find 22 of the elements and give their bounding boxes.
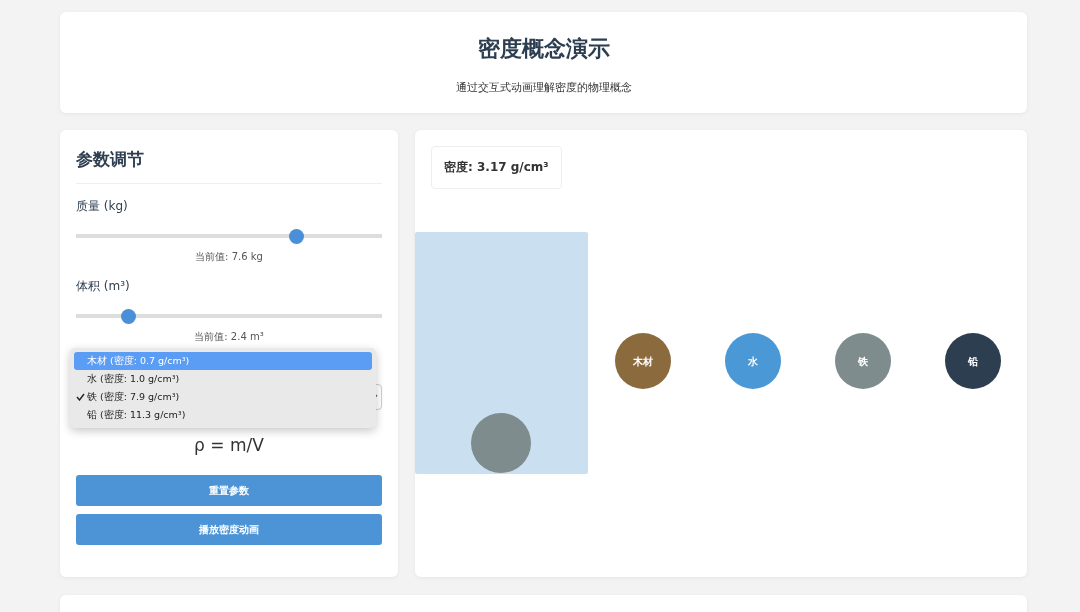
material-ball[interactable]: 木材: [615, 333, 671, 389]
slider-thumb[interactable]: [121, 309, 136, 324]
page-subtitle: 通过交互式动画理解密度的物理概念: [455, 80, 632, 95]
menu-option[interactable]: 水 (密度: 1.0 g/cm³): [74, 370, 372, 388]
menu-option[interactable]: 木材 (密度: 0.7 g/cm³): [74, 352, 372, 370]
slider-label: 体积 (m³): [76, 278, 131, 295]
slider-label: 质量 (kg): [76, 198, 129, 215]
density-readout: 密度: 3.17 g/cm³: [431, 146, 562, 189]
action-button[interactable]: 重置参数: [76, 475, 382, 506]
density-formula: ρ = m/V: [193, 435, 265, 455]
page-title: 密度概念演示: [477, 35, 610, 63]
menu-option[interactable]: 铅 (密度: 11.3 g/cm³): [74, 406, 372, 424]
slider-value: 当前值: 7.6 kg: [194, 250, 264, 264]
material-ball[interactable]: 铅: [945, 333, 1001, 389]
panel-title: 参数调节: [76, 148, 145, 171]
menu-option[interactable]: 铁 (密度: 7.9 g/cm³): [74, 388, 372, 406]
material-ball[interactable]: 铁: [835, 333, 891, 389]
slider-value: 当前值: 2.4 m³: [193, 330, 265, 344]
action-button[interactable]: 播放密度动画: [76, 514, 382, 545]
material-ball[interactable]: 水: [725, 333, 781, 389]
slider-thumb[interactable]: [289, 229, 305, 244]
checkmark-icon: [76, 393, 85, 401]
